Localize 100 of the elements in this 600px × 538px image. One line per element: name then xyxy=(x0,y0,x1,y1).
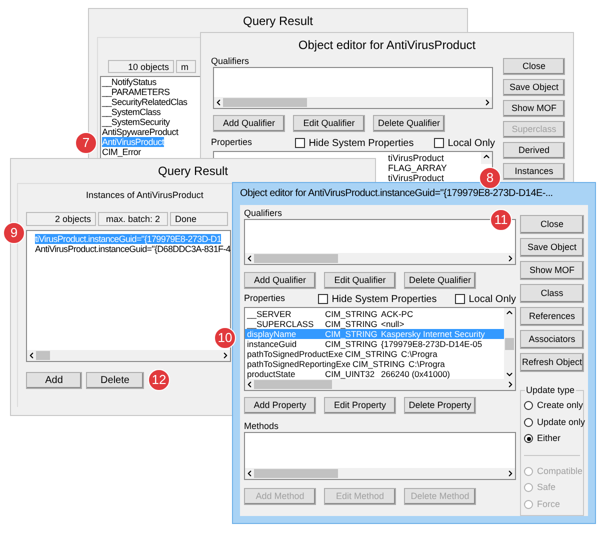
class-list-item[interactable]: __SecurityRelatedClas xyxy=(102,97,188,107)
checkbox[interactable] xyxy=(294,138,305,148)
scroll-right-icon[interactable] xyxy=(506,380,515,389)
dialog-button[interactable]: Add xyxy=(26,372,82,389)
property-row[interactable]: FLAG_ARRAY xyxy=(388,163,481,173)
scrollbar-thumb[interactable] xyxy=(505,338,514,350)
property-name: __SUPERCLASS xyxy=(247,319,315,329)
horizontal-scrollbar[interactable] xyxy=(245,253,515,264)
qualifier-button[interactable]: Add Qualifier xyxy=(244,272,316,289)
checkbox[interactable] xyxy=(454,294,465,304)
property-value: {179979E8-273D-D14E-05 xyxy=(381,339,482,349)
scrollbar-thumb[interactable] xyxy=(254,469,338,478)
side-button[interactable]: Class xyxy=(520,284,584,303)
side-button[interactable]: Refresh Object xyxy=(520,353,584,372)
qualifier-button[interactable]: Edit Qualifier xyxy=(324,272,396,289)
horizontal-scrollbar[interactable] xyxy=(245,379,515,390)
horizontal-scrollbar[interactable] xyxy=(245,468,515,479)
side-button[interactable]: Instances xyxy=(503,163,565,180)
side-button[interactable]: Show MOF xyxy=(503,100,565,117)
class-list-item[interactable]: __SystemClass xyxy=(102,107,161,117)
property-name: displayName xyxy=(247,329,298,339)
horizontal-scrollbar[interactable] xyxy=(214,97,492,108)
scroll-right-icon[interactable] xyxy=(221,351,230,360)
status-field: Done xyxy=(170,212,228,226)
side-button[interactable]: Associators xyxy=(520,330,584,349)
checkbox-label: Hide System Properties xyxy=(332,292,437,306)
scroll-up-icon[interactable] xyxy=(505,308,514,317)
status-field: m xyxy=(176,60,196,73)
property-row[interactable]: instanceGuid CIM_STRING {179979E8-273D-D14E-05 xyxy=(245,339,504,349)
class-list-item[interactable]: CIM_Error xyxy=(102,147,141,157)
scroll-left-icon[interactable] xyxy=(245,469,254,478)
vertical-scrollbar[interactable] xyxy=(481,152,492,164)
property-button[interactable]: Delete Property xyxy=(404,397,476,414)
radio-button[interactable] xyxy=(524,418,533,427)
status-field: 10 objects xyxy=(108,60,174,73)
scroll-left-icon[interactable] xyxy=(27,351,36,360)
property-name: pathToSignedReportingExe xyxy=(247,359,352,369)
property-row[interactable]: productState CIM_UINT32 266240 (0x41000) xyxy=(245,369,504,379)
scroll-right-icon[interactable] xyxy=(483,98,492,107)
property-value: C:\Progra xyxy=(408,359,445,369)
section-label: Qualifiers xyxy=(244,207,284,219)
scroll-right-icon[interactable] xyxy=(506,469,515,478)
property-type: CIM_STRING xyxy=(325,309,378,319)
property-value: 266240 (0x41000) xyxy=(381,369,450,379)
radio-button[interactable] xyxy=(524,401,533,410)
checkbox[interactable] xyxy=(434,138,444,148)
checkbox[interactable] xyxy=(318,294,328,304)
radio-label: Update only xyxy=(537,416,586,429)
property-row[interactable]: pathToSignedReportingExe CIM_STRING C:\Progra xyxy=(245,359,504,369)
window-title: Object editor for AntiVirusProduct xyxy=(297,37,477,54)
scrollbar-thumb[interactable] xyxy=(254,380,332,389)
checkbox-label: Hide System Properties xyxy=(308,136,414,150)
property-row[interactable]: __SERVER CIM_STRING ACK-PC xyxy=(245,309,504,319)
section-label: Qualifiers xyxy=(211,55,250,67)
class-list-item[interactable]: AntiSpywareProduct xyxy=(102,127,178,137)
radio-label: Safe xyxy=(537,481,556,494)
qualifier-button[interactable]: Delete Qualifier xyxy=(373,115,445,132)
scroll-left-icon[interactable] xyxy=(245,254,254,263)
scrollbar-thumb[interactable] xyxy=(36,351,50,360)
side-button[interactable]: Save Object xyxy=(520,238,584,257)
scroll-right-icon[interactable] xyxy=(506,254,515,263)
property-button[interactable]: Edit Property xyxy=(324,397,396,414)
status-field: max. batch: 2 xyxy=(98,212,168,226)
side-button[interactable]: Close xyxy=(520,215,584,234)
side-button[interactable]: Close xyxy=(503,58,565,75)
qualifier-button[interactable]: Edit Qualifier xyxy=(293,115,365,132)
class-list-item[interactable]: __NotifyStatus xyxy=(102,77,156,87)
instance-row[interactable]: AntiVirusProduct.instanceGuid="{D68DDC3A-831F-4 xyxy=(35,244,230,254)
window-title: Query Result xyxy=(156,163,230,180)
side-button[interactable]: Show MOF xyxy=(520,261,584,280)
section-label: Properties xyxy=(244,292,286,306)
side-button[interactable]: Save Object xyxy=(503,79,565,96)
property-row[interactable]: tiVirusProduct xyxy=(388,153,481,163)
radio-button[interactable] xyxy=(524,434,533,444)
horizontal-scrollbar[interactable] xyxy=(27,350,230,361)
scroll-up-icon[interactable] xyxy=(482,152,491,161)
window-title: Query Result xyxy=(242,13,314,30)
callout-badge: 7 xyxy=(75,132,97,154)
property-name: pathToSignedProductExe xyxy=(247,349,344,359)
scroll-left-icon[interactable] xyxy=(245,380,254,389)
side-button[interactable]: Derived xyxy=(503,142,565,159)
vertical-scrollbar[interactable] xyxy=(504,308,515,379)
property-button[interactable]: Add Property xyxy=(244,397,316,414)
caption: Instances of AntiVirusProduct xyxy=(86,189,204,202)
property-row[interactable]: pathToSignedProductExe CIM_STRING C:\Progra xyxy=(245,349,504,359)
side-button[interactable]: References xyxy=(520,307,584,326)
dialog-button[interactable]: Delete xyxy=(86,372,144,389)
property-row[interactable]: tiVirusProduct xyxy=(388,173,481,183)
scroll-down-icon[interactable] xyxy=(505,370,514,379)
property-row[interactable]: __SUPERCLASS CIM_STRING <null> xyxy=(245,319,504,329)
scrollbar-thumb[interactable] xyxy=(223,98,307,107)
scrollbar-thumb[interactable] xyxy=(254,254,338,263)
property-name: instanceGuid xyxy=(247,339,298,349)
section-label: Properties xyxy=(211,136,254,150)
class-list-item[interactable]: __PARAMETERS xyxy=(102,87,170,97)
scroll-left-icon[interactable] xyxy=(214,98,223,107)
qualifier-button[interactable]: Add Qualifier xyxy=(213,115,285,132)
qualifier-button[interactable]: Delete Qualifier xyxy=(404,272,476,289)
class-list-item[interactable]: __SystemSecurity xyxy=(102,117,170,127)
property-name: __SERVER xyxy=(247,309,292,319)
